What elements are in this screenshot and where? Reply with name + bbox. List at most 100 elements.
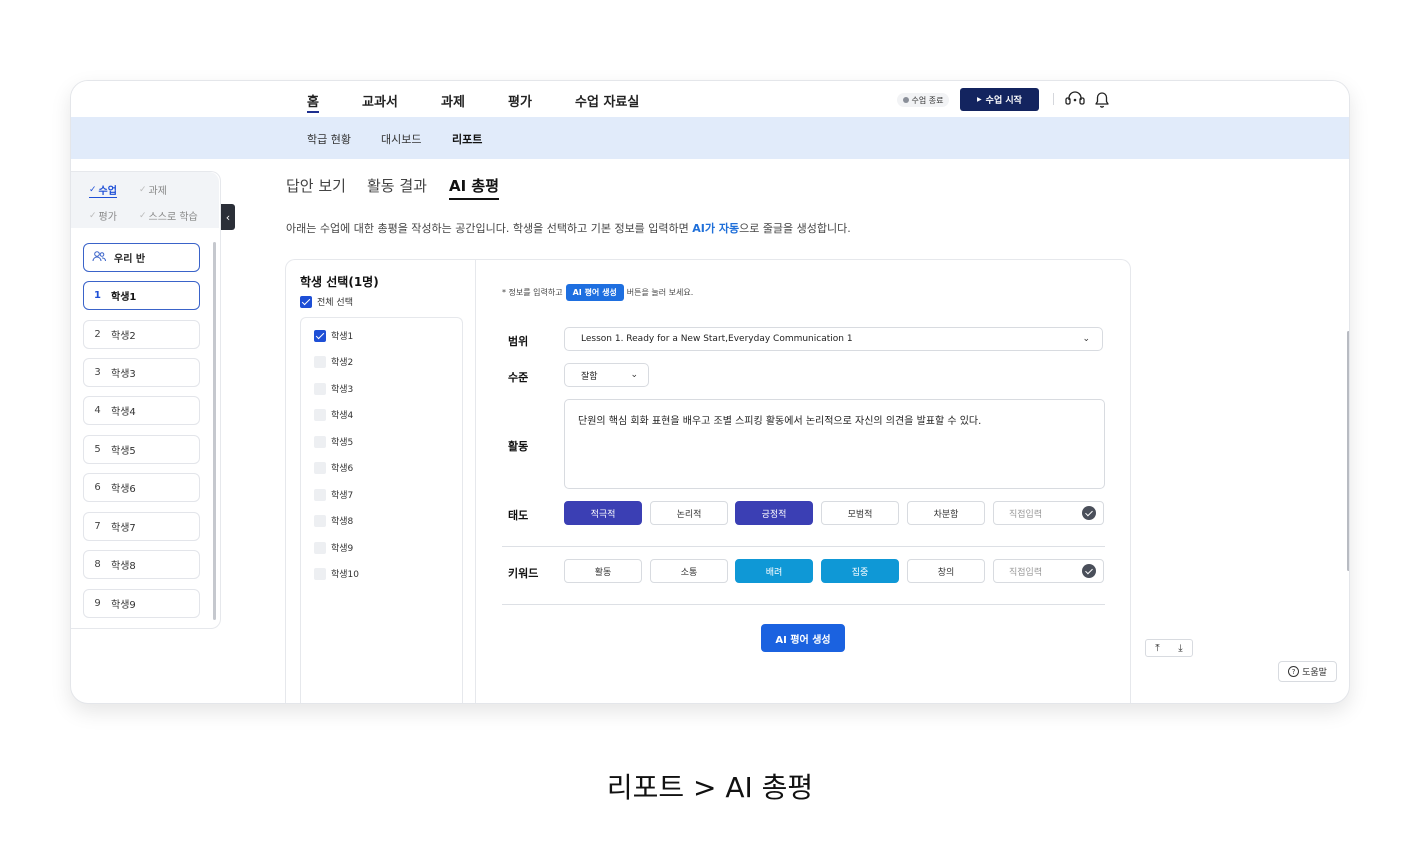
start-class-button[interactable]: ▶ 수업 시작 — [960, 88, 1039, 111]
class-status-badge: 수업 종료 — [897, 93, 949, 107]
keyword-custom-input[interactable]: 직접입력 — [993, 559, 1104, 583]
student-name: 학생2 — [111, 331, 136, 342]
hint-button-badge: AI 평어 생성 — [565, 284, 624, 301]
student-checkbox-label: 학생4 — [331, 411, 354, 421]
student-name: 학생7 — [111, 523, 136, 534]
range-label: 범위 — [508, 335, 529, 348]
nav-home[interactable]: 홈 — [307, 91, 319, 113]
check-circle-icon[interactable] — [1082, 564, 1096, 578]
student-checkbox[interactable]: 학생1 — [314, 329, 353, 342]
sidebar-student-item[interactable]: 7 학생7 — [83, 512, 200, 541]
student-checkbox[interactable]: 학생5 — [314, 435, 353, 448]
student-checkbox[interactable]: 학생6 — [314, 461, 353, 474]
activity-label: 활동 — [508, 440, 529, 453]
sidebar-student-item[interactable]: 1 학생1 — [83, 281, 200, 310]
student-number: 2 — [94, 329, 101, 340]
student-checkbox-label: 학생7 — [331, 491, 354, 501]
check-icon: ✓ — [139, 210, 147, 221]
attitude-chip[interactable]: 논리적 — [650, 501, 728, 525]
student-number: 3 — [94, 367, 101, 378]
sidebar-tab-label: 평가 — [98, 212, 117, 223]
nav-assignment[interactable]: 과제 — [441, 91, 465, 110]
checkbox-unchecked-icon — [314, 461, 326, 474]
scroll-to-top-icon[interactable]: ⤒ — [1146, 640, 1169, 656]
check-icon: ✓ — [89, 184, 97, 195]
student-checkbox[interactable]: 학생7 — [314, 488, 353, 501]
checkbox-unchecked-icon — [314, 567, 326, 580]
sub-navigation: 학급 현황 대시보드 리포트 — [71, 117, 1349, 159]
student-checkbox[interactable]: 학생9 — [314, 541, 353, 554]
app-window: 홈 교과서 과제 평가 수업 자료실 수업 종료 ▶ 수업 시작 학급 현황 대… — [70, 80, 1350, 704]
keyword-chip[interactable]: 집중 — [821, 559, 899, 583]
student-checkbox[interactable]: 학생4 — [314, 408, 353, 421]
keyword-chip[interactable]: 활동 — [564, 559, 642, 583]
tab-answer-view[interactable]: 답안 보기 — [286, 175, 346, 196]
activity-textarea[interactable]: 단원의 핵심 회화 표현을 배우고 조별 스피킹 활동에서 논리적으로 자신의 … — [564, 399, 1105, 489]
level-select[interactable]: 잘함 ⌄ — [564, 363, 649, 387]
student-checkbox[interactable]: 학생10 — [314, 567, 359, 580]
page-scrollbar[interactable] — [1347, 331, 1349, 571]
subnav-class-status[interactable]: 학급 현황 — [307, 131, 351, 147]
bell-icon[interactable] — [1091, 89, 1113, 109]
class-all-label: 우리 반 — [114, 254, 146, 265]
student-checkbox[interactable]: 학생3 — [314, 382, 353, 395]
check-circle-icon[interactable] — [1082, 506, 1096, 520]
nav-textbook[interactable]: 교과서 — [362, 91, 398, 110]
keyword-chip[interactable]: 소통 — [650, 559, 728, 583]
attitude-custom-input[interactable]: 직접입력 — [993, 501, 1104, 525]
checkbox-checked-icon — [300, 295, 312, 308]
sidebar-student-item[interactable]: 4 학생4 — [83, 396, 200, 425]
sidebar-scrollbar[interactable] — [213, 242, 216, 620]
student-checkbox[interactable]: 학생2 — [314, 355, 353, 368]
student-checkbox-label: 학생8 — [331, 517, 354, 527]
sidebar-student-item[interactable]: 9 학생9 — [83, 589, 200, 618]
ai-generate-button[interactable]: AI 평어 생성 — [761, 624, 845, 652]
attitude-chip[interactable]: 모범적 — [821, 501, 899, 525]
nav-class-materials[interactable]: 수업 자료실 — [575, 91, 639, 110]
sidebar-student-item[interactable]: 3 학생3 — [83, 358, 200, 387]
headset-icon[interactable] — [1064, 89, 1086, 109]
subnav-report[interactable]: 리포트 — [452, 131, 482, 147]
custom-input-placeholder: 직접입력 — [1009, 509, 1043, 520]
student-name: 학생9 — [111, 600, 136, 611]
keyword-chip[interactable]: 창의 — [907, 559, 985, 583]
divider — [1053, 93, 1054, 105]
attitude-chip[interactable]: 차분함 — [907, 501, 985, 525]
attitude-label: 태도 — [508, 509, 529, 522]
sidebar-student-item[interactable]: 5 학생5 — [83, 435, 200, 464]
range-select-value: Lesson 1. Ready for a New Start,Everyday… — [581, 334, 853, 344]
sidebar-collapse-button[interactable]: ‹ — [221, 204, 235, 230]
subnav-dashboard[interactable]: 대시보드 — [381, 131, 421, 147]
nav-evaluation[interactable]: 평가 — [508, 91, 532, 110]
class-all-item[interactable]: 우리 반 — [83, 243, 200, 272]
select-all-checkbox[interactable]: 전체 선택 — [300, 295, 353, 308]
student-number: 1 — [94, 290, 101, 301]
sidebar-tab-evaluation[interactable]: ✓ 평가 — [89, 208, 117, 224]
sidebar-tab-class[interactable]: ✓ 수업 — [89, 182, 117, 198]
sidebar-tab-label: 스스로 학습 — [148, 212, 198, 223]
attitude-chip[interactable]: 긍정적 — [735, 501, 813, 525]
scroll-to-bottom-icon[interactable]: ⤓ — [1169, 640, 1192, 656]
student-number: 9 — [94, 598, 101, 609]
keyword-chip[interactable]: 배려 — [735, 559, 813, 583]
student-checkbox-label: 학생9 — [331, 544, 354, 554]
sidebar-student-item[interactable]: 6 학생6 — [83, 473, 200, 502]
sidebar-tab-self-study[interactable]: ✓ 스스로 학습 — [139, 208, 198, 224]
help-button[interactable]: ? 도움말 — [1278, 661, 1337, 682]
checkbox-unchecked-icon — [314, 435, 326, 448]
users-icon — [92, 250, 107, 265]
student-checkbox[interactable]: 학생8 — [314, 514, 353, 527]
level-select-value: 잘함 — [581, 371, 598, 382]
sidebar-tab-assignment[interactable]: ✓ 과제 — [139, 182, 167, 198]
tab-ai-summary[interactable]: AI 총평 — [449, 175, 500, 200]
sidebar-student-item[interactable]: 2 학생2 — [83, 320, 200, 349]
form-hint: * 정보를 입력하고 AI 평어 생성 버튼을 눌러 보세요. — [502, 284, 693, 301]
tab-activity-result[interactable]: 활동 결과 — [367, 175, 427, 196]
sidebar-student-item[interactable]: 8 학생8 — [83, 550, 200, 579]
range-select[interactable]: Lesson 1. Ready for a New Start,Everyday… — [564, 327, 1103, 351]
student-select-title: 학생 선택(1명) — [300, 275, 379, 289]
checkbox-unchecked-icon — [314, 408, 326, 421]
scroll-top-bottom-control: ⤒ ⤓ — [1145, 639, 1193, 657]
check-icon: ✓ — [89, 210, 97, 221]
attitude-chip[interactable]: 적극적 — [564, 501, 642, 525]
